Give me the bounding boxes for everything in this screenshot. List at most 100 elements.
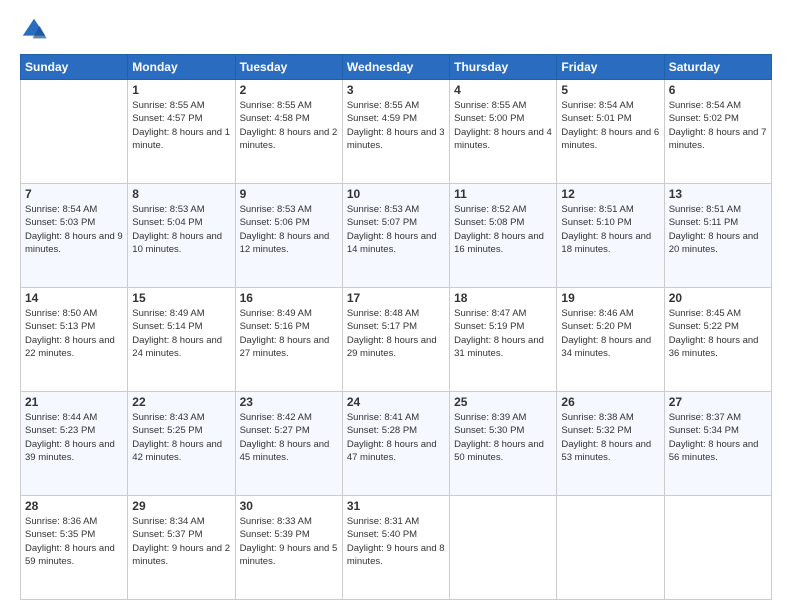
logo: [20, 16, 54, 44]
day-info: Sunrise: 8:34 AMSunset: 5:37 PMDaylight:…: [132, 515, 230, 568]
day-number: 22: [132, 395, 230, 409]
day-info: Sunrise: 8:54 AMSunset: 5:01 PMDaylight:…: [561, 99, 659, 152]
calendar-cell: [557, 496, 664, 600]
calendar-cell: 18 Sunrise: 8:47 AMSunset: 5:19 PMDayligh…: [450, 288, 557, 392]
calendar-cell: 31 Sunrise: 8:31 AMSunset: 5:40 PMDayligh…: [342, 496, 449, 600]
day-number: 18: [454, 291, 552, 305]
day-number: 6: [669, 83, 767, 97]
calendar-week-1: 1Sunrise: 8:55 AMSunset: 4:57 PMDaylight…: [21, 80, 772, 184]
calendar-cell: 26 Sunrise: 8:38 AMSunset: 5:32 PMDayligh…: [557, 392, 664, 496]
day-number: 8: [132, 187, 230, 201]
day-info: Sunrise: 8:51 AMSunset: 5:10 PMDaylight:…: [561, 203, 659, 256]
day-number: 27: [669, 395, 767, 409]
calendar-cell: 4 Sunrise: 8:55 AMSunset: 5:00 PMDaylight…: [450, 80, 557, 184]
day-info: Sunrise: 8:33 AMSunset: 5:39 PMDaylight:…: [240, 515, 338, 568]
day-number: 10: [347, 187, 445, 201]
calendar-cell: 20 Sunrise: 8:45 AMSunset: 5:22 PMDayligh…: [664, 288, 771, 392]
calendar-cell: 25 Sunrise: 8:39 AMSunset: 5:30 PMDayligh…: [450, 392, 557, 496]
day-number: 5: [561, 83, 659, 97]
day-number: 15: [132, 291, 230, 305]
day-number: 1: [132, 83, 230, 97]
day-info: Sunrise: 8:44 AMSunset: 5:23 PMDaylight:…: [25, 411, 123, 464]
day-number: 16: [240, 291, 338, 305]
calendar-cell: 8 Sunrise: 8:53 AMSunset: 5:04 PMDaylight…: [128, 184, 235, 288]
weekday-header-tuesday: Tuesday: [235, 55, 342, 80]
day-info: Sunrise: 8:55 AMSunset: 5:00 PMDaylight:…: [454, 99, 552, 152]
calendar-cell: 3 Sunrise: 8:55 AMSunset: 4:59 PMDaylight…: [342, 80, 449, 184]
day-number: 30: [240, 499, 338, 513]
weekday-header-row: SundayMondayTuesdayWednesdayThursdayFrid…: [21, 55, 772, 80]
day-number: 9: [240, 187, 338, 201]
calendar-table: SundayMondayTuesdayWednesdayThursdayFrid…: [20, 54, 772, 600]
calendar-cell: 14 Sunrise: 8:50 AMSunset: 5:13 PMDayligh…: [21, 288, 128, 392]
day-number: 31: [347, 499, 445, 513]
day-number: 4: [454, 83, 552, 97]
day-number: 14: [25, 291, 123, 305]
weekday-header-thursday: Thursday: [450, 55, 557, 80]
day-info: Sunrise: 8:52 AMSunset: 5:08 PMDaylight:…: [454, 203, 552, 256]
day-number: 11: [454, 187, 552, 201]
day-info: Sunrise: 8:55 AMSunset: 4:58 PMDaylight:…: [240, 99, 338, 152]
day-info: Sunrise: 8:51 AMSunset: 5:11 PMDaylight:…: [669, 203, 767, 256]
calendar-cell: [21, 80, 128, 184]
day-number: 19: [561, 291, 659, 305]
calendar-week-2: 7 Sunrise: 8:54 AMSunset: 5:03 PMDaylight…: [21, 184, 772, 288]
calendar-cell: 6 Sunrise: 8:54 AMSunset: 5:02 PMDaylight…: [664, 80, 771, 184]
calendar-cell: 23Sunrise: 8:42 AMSunset: 5:27 PMDayligh…: [235, 392, 342, 496]
calendar-week-5: 28 Sunrise: 8:36 AMSunset: 5:35 PMDayligh…: [21, 496, 772, 600]
day-info: Sunrise: 8:46 AMSunset: 5:20 PMDaylight:…: [561, 307, 659, 360]
day-info: Sunrise: 8:41 AMSunset: 5:28 PMDaylight:…: [347, 411, 445, 464]
day-number: 7: [25, 187, 123, 201]
day-info: Sunrise: 8:45 AMSunset: 5:22 PMDaylight:…: [669, 307, 767, 360]
calendar-cell: 10 Sunrise: 8:53 AMSunset: 5:07 PMDayligh…: [342, 184, 449, 288]
calendar-week-3: 14 Sunrise: 8:50 AMSunset: 5:13 PMDayligh…: [21, 288, 772, 392]
day-info: Sunrise: 8:55 AMSunset: 4:59 PMDaylight:…: [347, 99, 445, 152]
day-number: 28: [25, 499, 123, 513]
day-number: 3: [347, 83, 445, 97]
day-info: Sunrise: 8:53 AMSunset: 5:06 PMDaylight:…: [240, 203, 338, 256]
day-info: Sunrise: 8:49 AMSunset: 5:14 PMDaylight:…: [132, 307, 230, 360]
day-info: Sunrise: 8:37 AMSunset: 5:34 PMDaylight:…: [669, 411, 767, 464]
day-number: 13: [669, 187, 767, 201]
calendar-cell: [450, 496, 557, 600]
day-info: Sunrise: 8:53 AMSunset: 5:07 PMDaylight:…: [347, 203, 445, 256]
day-number: 29: [132, 499, 230, 513]
calendar-cell: 21Sunrise: 8:44 AMSunset: 5:23 PMDayligh…: [21, 392, 128, 496]
calendar-cell: 5 Sunrise: 8:54 AMSunset: 5:01 PMDaylight…: [557, 80, 664, 184]
day-info: Sunrise: 8:42 AMSunset: 5:27 PMDaylight:…: [240, 411, 338, 464]
calendar-cell: 29 Sunrise: 8:34 AMSunset: 5:37 PMDayligh…: [128, 496, 235, 600]
day-number: 2: [240, 83, 338, 97]
day-info: Sunrise: 8:48 AMSunset: 5:17 PMDaylight:…: [347, 307, 445, 360]
calendar-cell: 1Sunrise: 8:55 AMSunset: 4:57 PMDaylight…: [128, 80, 235, 184]
weekday-header-monday: Monday: [128, 55, 235, 80]
calendar-cell: 30 Sunrise: 8:33 AMSunset: 5:39 PMDayligh…: [235, 496, 342, 600]
day-number: 20: [669, 291, 767, 305]
header: [20, 16, 772, 44]
day-number: 26: [561, 395, 659, 409]
day-info: Sunrise: 8:39 AMSunset: 5:30 PMDaylight:…: [454, 411, 552, 464]
calendar-cell: 12Sunrise: 8:51 AMSunset: 5:10 PMDayligh…: [557, 184, 664, 288]
calendar-cell: 28 Sunrise: 8:36 AMSunset: 5:35 PMDayligh…: [21, 496, 128, 600]
weekday-header-saturday: Saturday: [664, 55, 771, 80]
day-info: Sunrise: 8:54 AMSunset: 5:03 PMDaylight:…: [25, 203, 123, 256]
day-number: 24: [347, 395, 445, 409]
day-info: Sunrise: 8:53 AMSunset: 5:04 PMDaylight:…: [132, 203, 230, 256]
day-info: Sunrise: 8:31 AMSunset: 5:40 PMDaylight:…: [347, 515, 445, 568]
day-info: Sunrise: 8:36 AMSunset: 5:35 PMDaylight:…: [25, 515, 123, 568]
calendar-cell: 27 Sunrise: 8:37 AMSunset: 5:34 PMDayligh…: [664, 392, 771, 496]
day-info: Sunrise: 8:47 AMSunset: 5:19 PMDaylight:…: [454, 307, 552, 360]
calendar-cell: 15 Sunrise: 8:49 AMSunset: 5:14 PMDayligh…: [128, 288, 235, 392]
calendar-cell: 17Sunrise: 8:48 AMSunset: 5:17 PMDayligh…: [342, 288, 449, 392]
calendar-cell: 13 Sunrise: 8:51 AMSunset: 5:11 PMDayligh…: [664, 184, 771, 288]
day-number: 25: [454, 395, 552, 409]
logo-icon: [20, 16, 48, 44]
day-info: Sunrise: 8:38 AMSunset: 5:32 PMDaylight:…: [561, 411, 659, 464]
calendar-cell: [664, 496, 771, 600]
weekday-header-sunday: Sunday: [21, 55, 128, 80]
calendar-cell: 11 Sunrise: 8:52 AMSunset: 5:08 PMDayligh…: [450, 184, 557, 288]
day-info: Sunrise: 8:50 AMSunset: 5:13 PMDaylight:…: [25, 307, 123, 360]
calendar-cell: 9 Sunrise: 8:53 AMSunset: 5:06 PMDaylight…: [235, 184, 342, 288]
day-info: Sunrise: 8:54 AMSunset: 5:02 PMDaylight:…: [669, 99, 767, 152]
calendar-cell: 22Sunrise: 8:43 AMSunset: 5:25 PMDayligh…: [128, 392, 235, 496]
calendar-cell: 16Sunrise: 8:49 AMSunset: 5:16 PMDayligh…: [235, 288, 342, 392]
